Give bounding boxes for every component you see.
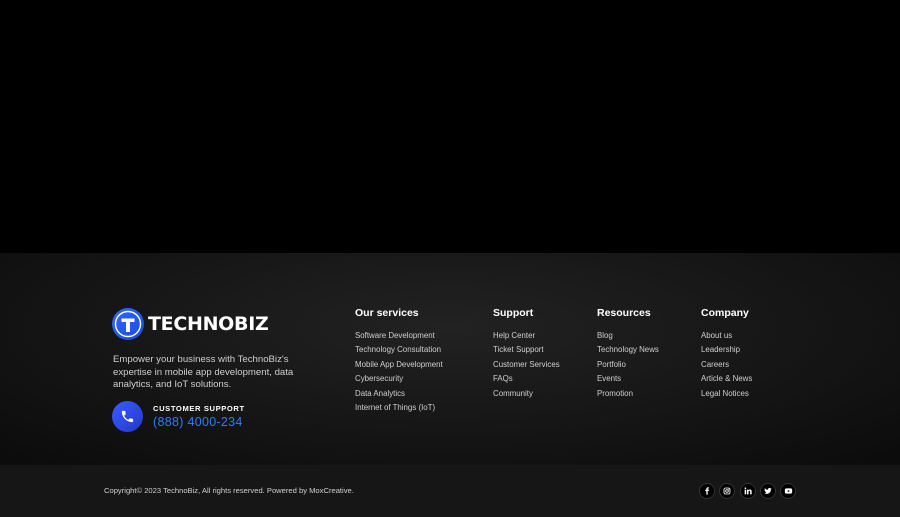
footer-link[interactable]: Internet of Things (IoT) [355,401,443,415]
brand-tagline: Empower your business with TechnoBiz's e… [113,354,294,390]
footer-link[interactable]: Technology News [597,343,659,357]
footer-link[interactable]: Promotion [597,387,659,401]
support-label: CUSTOMER SUPPORT [153,404,245,413]
footer-link[interactable]: Leadership [701,343,752,357]
footer-column-services: Our services Software Development Techno… [355,307,443,415]
twitter-icon[interactable] [759,483,776,499]
footer-link[interactable]: Software Development [355,329,443,343]
brand-name: TECHNOBIZ [148,313,269,335]
instagram-icon[interactable] [719,483,736,499]
footer-link[interactable]: Customer Services [493,358,560,372]
hero-section [0,0,900,253]
footer-column-resources: Resources Blog Technology News Portfolio… [597,307,659,401]
column-title: Resources [597,307,651,319]
footer-link[interactable]: Blog [597,329,659,343]
logo-mark-icon [112,308,144,340]
linkedin-icon[interactable] [739,483,756,499]
column-title: Our services [355,307,419,319]
footer-link[interactable]: Technology Consultation [355,343,443,357]
facebook-icon[interactable] [699,483,715,499]
footer-link[interactable]: Careers [701,358,752,372]
footer-link[interactable]: Article & News [701,372,752,386]
youtube-icon[interactable] [780,483,797,499]
footer-link[interactable]: Events [597,372,659,386]
footer-link[interactable]: Community [493,387,560,401]
social-links [699,483,800,499]
footer-link[interactable]: Help Center [493,329,560,343]
footer-link[interactable]: About us [701,329,752,343]
copyright-text: Copyright© 2023 TechnoBiz, All rights re… [104,486,354,495]
column-title: Support [493,307,534,319]
footer-link[interactable]: Cybersecurity [355,372,443,386]
customer-support[interactable]: CUSTOMER SUPPORT (888) 4000-234 [112,401,245,432]
brand-logo[interactable]: TECHNOBIZ [112,308,269,340]
footer-column-support: Support Help Center Ticket Support Custo… [493,307,560,401]
column-title: Company [701,307,749,319]
phone-icon [112,401,143,432]
footer-link[interactable]: Mobile App Development [355,358,443,372]
footer-link[interactable]: Ticket Support [493,343,560,357]
footer-link[interactable]: Legal Notices [701,387,752,401]
footer-link[interactable]: FAQs [493,372,560,386]
footer-link[interactable]: Portfolio [597,358,659,372]
support-phone-link[interactable]: (888) 4000-234 [153,415,245,429]
footer-column-company: Company About us Leadership Careers Arti… [701,307,752,401]
footer-link[interactable]: Data Analytics [355,387,443,401]
